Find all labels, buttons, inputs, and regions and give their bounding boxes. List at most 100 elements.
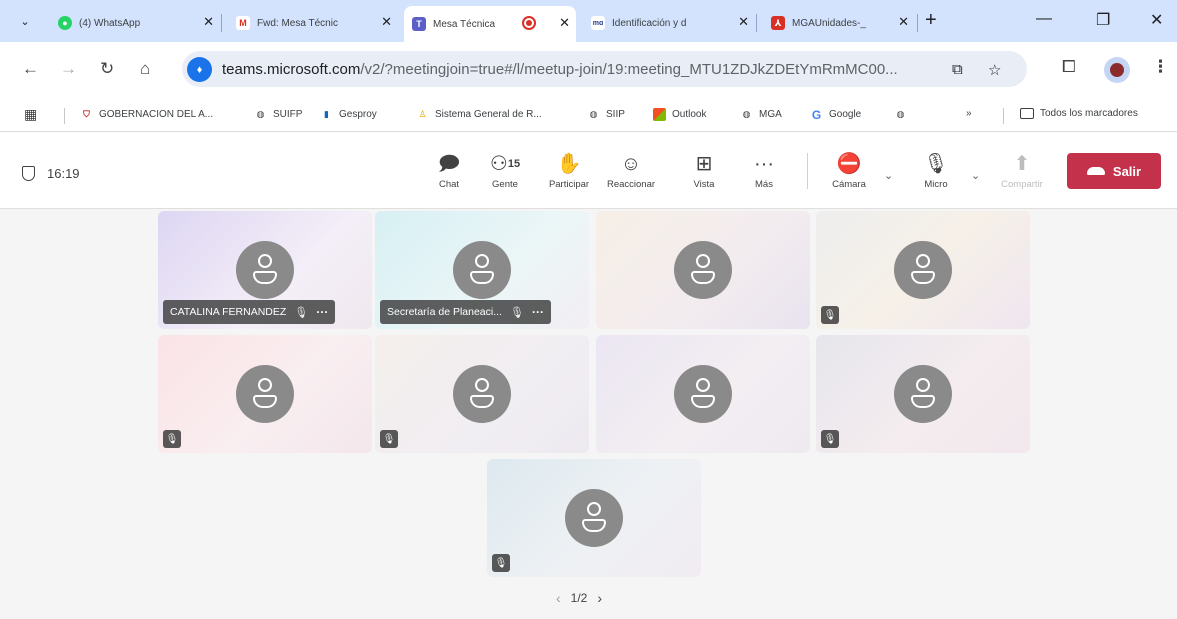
participant-tile[interactable]: 🎙 — [487, 459, 701, 577]
avatar — [894, 365, 952, 423]
tile-more-icon[interactable]: ··· — [532, 305, 544, 319]
close-icon[interactable]: ✕ — [203, 14, 214, 30]
pdf-icon: ⅄ — [771, 16, 785, 30]
leave-button[interactable]: Salir — [1067, 153, 1161, 189]
participant-tile[interactable]: 🎙 — [158, 335, 372, 453]
participant-tile[interactable]: CATALINA FERNANDEZ 🎙 ··· — [158, 211, 372, 329]
more-label: Más — [755, 179, 773, 190]
bookmarks-overflow-button[interactable]: » — [966, 108, 972, 119]
bookmark-sgr[interactable]: ♙ Sistema General de R... — [416, 108, 542, 121]
control-divider — [807, 153, 808, 189]
tile-more-icon[interactable]: ··· — [316, 305, 328, 319]
globe-icon: ◍ — [256, 109, 265, 119]
close-icon[interactable]: ✕ — [559, 15, 570, 31]
tab-whatsapp[interactable]: ● (4) WhatsApp ✕ — [50, 10, 220, 36]
back-button[interactable]: ← — [22, 59, 39, 79]
bookmark-label: SIIP — [606, 109, 625, 120]
globe-icon: ◍ — [589, 109, 598, 119]
apps-grid-icon[interactable]: ▦ — [24, 106, 37, 123]
bookmark-globe[interactable]: ◍ — [894, 108, 913, 121]
chat-button[interactable]: 🗩 Chat — [420, 151, 478, 190]
close-icon[interactable]: ✕ — [381, 14, 392, 30]
bookmark-suifp[interactable]: ◍ SUIFP — [254, 108, 303, 121]
share-screen-icon: ⬆ — [1013, 153, 1031, 175]
participant-tile[interactable]: 🎙 — [816, 211, 1030, 329]
bookmark-siip[interactable]: ◍ SIIP — [587, 108, 625, 121]
shield-icon — [22, 166, 35, 181]
smiley-icon: ☺ — [620, 153, 642, 175]
close-icon[interactable]: ✕ — [738, 14, 749, 30]
mic-muted-icon: 🎙 — [821, 430, 839, 448]
new-tab-button[interactable]: + — [925, 9, 937, 32]
previous-page-icon[interactable]: ‹ — [556, 590, 561, 606]
camera-options-chevron-icon[interactable]: ⌄ — [884, 169, 893, 182]
mic-label: Micro — [924, 179, 948, 190]
bookmark-gesproy[interactable]: ▮ Gesproy — [320, 108, 377, 121]
browser-menu-icon[interactable]: ⋮ — [1152, 57, 1169, 77]
profile-avatar[interactable] — [1104, 57, 1130, 83]
bookmark-google[interactable]: G Google — [810, 108, 861, 122]
mic-muted-icon: 🎙 — [821, 306, 839, 324]
mic-button[interactable]: 🎙 Micro — [907, 151, 965, 190]
bookmark-label: Outlook — [672, 109, 707, 120]
more-button[interactable]: ··· Más — [735, 151, 793, 190]
camera-button[interactable]: ⛔ Cámara — [820, 151, 878, 190]
bookmark-divider — [64, 108, 65, 124]
camera-off-icon: ⛔ — [836, 153, 862, 175]
tab-label: Identificación y d — [612, 17, 687, 29]
people-count: 15 — [507, 158, 521, 170]
minimize-button[interactable]: — — [1036, 10, 1052, 28]
browser-tab-strip: ⌄ ● (4) WhatsApp ✕ M Fwd: Mesa Técnic ✕ … — [0, 0, 1177, 42]
restore-button[interactable]: ❐ — [1096, 10, 1110, 30]
bookmark-mga[interactable]: ◍ MGA — [740, 108, 782, 121]
mic-muted-icon: 🎙 — [492, 554, 510, 572]
react-button[interactable]: ☺ Reaccionar — [602, 151, 660, 190]
mic-options-chevron-icon[interactable]: ⌄ — [971, 169, 980, 182]
participant-name-tag: CATALINA FERNANDEZ 🎙 ··· — [163, 300, 336, 324]
mic-muted-icon: 🎙 — [294, 306, 309, 319]
view-button[interactable]: ⊞ Vista — [675, 151, 733, 190]
home-button[interactable]: ⌂ — [140, 59, 150, 79]
close-window-button[interactable]: ✕ — [1150, 10, 1163, 30]
people-button[interactable]: ⚇15 Gente — [476, 151, 534, 190]
participant-tile[interactable] — [596, 211, 810, 329]
address-bar[interactable]: ♦ teams.microsoft.com/v2/?meetingjoin=tr… — [182, 51, 1027, 87]
outlook-icon — [653, 108, 666, 121]
avatar — [453, 365, 511, 423]
site-info-icon[interactable]: ♦ — [187, 57, 212, 82]
participant-tile[interactable]: 🎙 — [375, 335, 589, 453]
participant-tile[interactable]: Secretaría de Planeaci... 🎙 ··· — [375, 211, 589, 329]
reload-button[interactable]: ↻ — [100, 59, 114, 79]
tab-gmail[interactable]: M Fwd: Mesa Técnic ✕ — [228, 10, 398, 36]
meeting-control-bar: 16:19 🗩 Chat ⚇15 Gente ✋ Participar ☺ Re… — [0, 133, 1177, 209]
browser-toolbar: ← → ↻ ⌂ ♦ teams.microsoft.com/v2/?meetin… — [0, 42, 1177, 98]
bookmark-outlook[interactable]: Outlook — [653, 108, 706, 121]
participant-tile[interactable]: 🎙 — [816, 335, 1030, 453]
phone-hangup-icon — [1086, 167, 1105, 175]
bookmark-label: Sistema General de R... — [435, 109, 542, 120]
extensions-icon[interactable]: ⧠ — [1062, 57, 1076, 77]
camera-label: Cámara — [832, 179, 866, 190]
bookmark-divider — [1003, 108, 1004, 124]
gallery-pager: ‹ 1/2 › — [556, 590, 602, 606]
url-text[interactable]: teams.microsoft.com/v2/?meetingjoin=true… — [222, 61, 898, 78]
tab-pdf[interactable]: ⅄ MGAUnidades-_ ✕ — [763, 10, 915, 36]
tab-search-button[interactable]: ⌄ — [14, 11, 36, 31]
tab-teams-meeting[interactable]: T Mesa Técnica ✕ — [404, 6, 576, 42]
overflow-label: » — [966, 108, 972, 119]
chat-label: Chat — [438, 179, 460, 190]
bookmark-gobernacion[interactable]: ⛉ GOBERNACION DEL A... — [80, 108, 213, 121]
next-page-icon[interactable]: › — [597, 590, 602, 606]
close-icon[interactable]: ✕ — [898, 14, 909, 30]
share-button[interactable]: ⬆ Compartir — [993, 151, 1051, 190]
raise-hand-button[interactable]: ✋ Participar — [540, 151, 598, 190]
participant-tile[interactable] — [596, 335, 810, 453]
forward-button[interactable]: → — [60, 59, 77, 79]
mic-off-icon: 🎙 — [923, 153, 949, 175]
more-icon: ··· — [754, 153, 774, 175]
sgr-icon: ♙ — [418, 109, 427, 119]
bookmark-star-icon[interactable]: ☆ — [988, 61, 1001, 79]
all-bookmarks-folder[interactable]: Todos los marcadores — [1020, 108, 1138, 119]
cast-icon[interactable]: ⧉ — [952, 61, 963, 78]
tab-identificacion[interactable]: mɑ Identificación y d ✕ — [583, 10, 755, 36]
